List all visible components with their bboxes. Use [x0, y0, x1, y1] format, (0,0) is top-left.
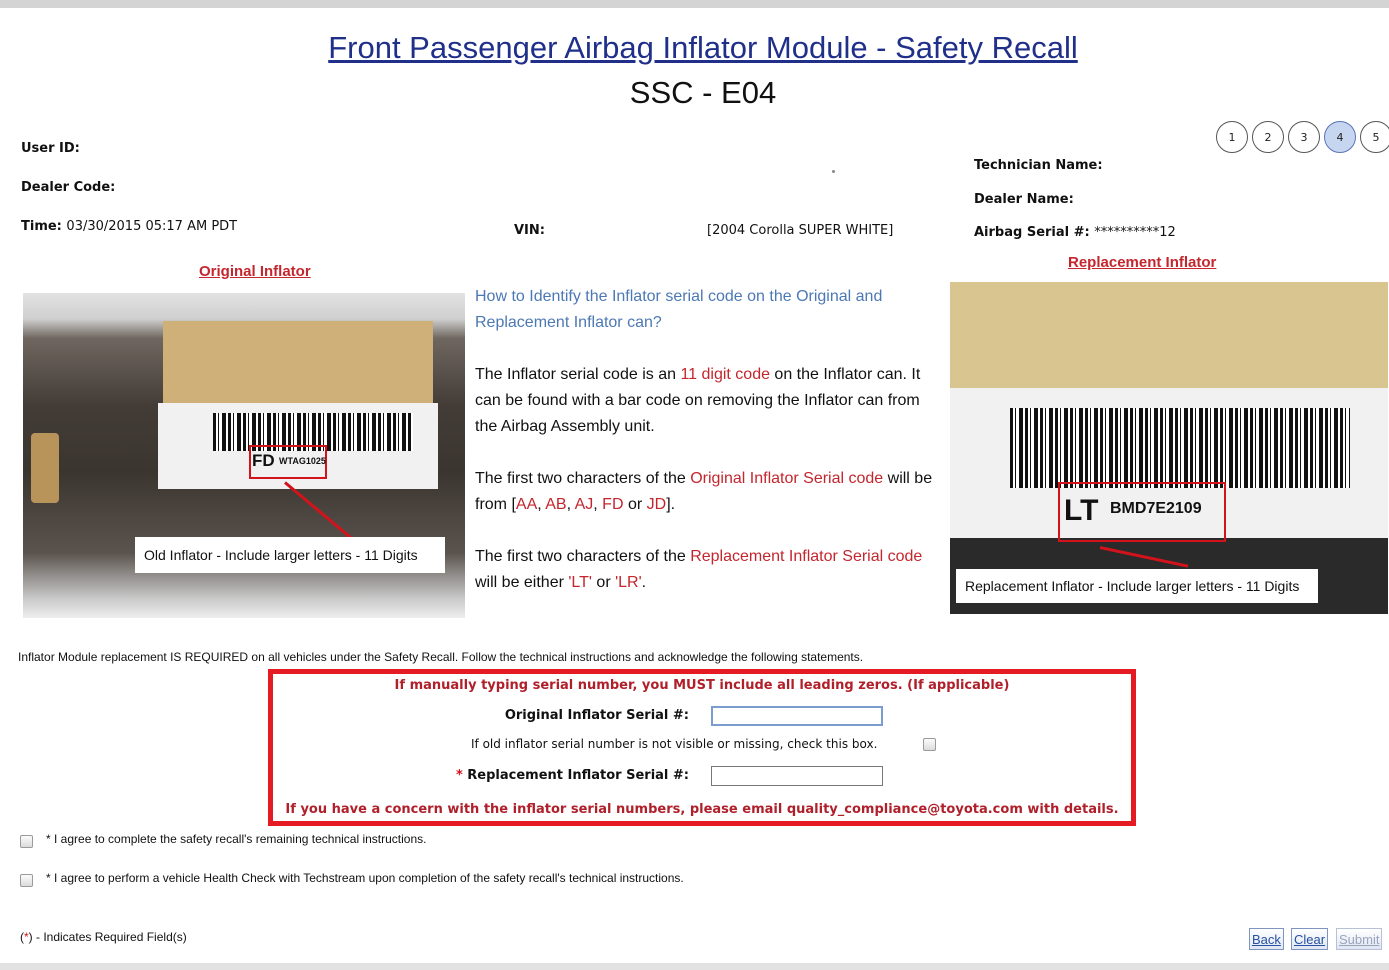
original-serial-label: Original Inflator Serial #: [504, 708, 689, 723]
original-inflator-photo: FD WTAG1025 Old Inflator - Include large… [23, 293, 465, 618]
replacement-serial-prefix: LT [1064, 494, 1099, 527]
agree-health-check-label: * I agree to perform a vehicle Health Ch… [46, 871, 684, 885]
replacement-inflator-caption: Replacement Inflator - Include larger le… [956, 569, 1318, 603]
code-fd: FD [602, 496, 624, 513]
dealer-code-label: Dealer Code: [21, 180, 116, 195]
step-4-current[interactable]: 4 [1324, 121, 1356, 153]
replacement-serial-rest: BMD7E2109 [1110, 500, 1202, 517]
original-inflator-caption: Old Inflator - Include larger letters - … [135, 537, 445, 573]
leading-zeros-warning: If manually typing serial number, you MU… [394, 678, 1010, 693]
code-aj: AJ [574, 496, 594, 513]
back-button[interactable]: Back [1249, 928, 1284, 950]
vehicle-description: [2004 Corolla SUPER WHITE] [707, 223, 894, 238]
top-border [0, 0, 1389, 8]
airbag-serial-field: Airbag Serial #: **********12 [974, 225, 1176, 240]
info-text: , [593, 496, 603, 513]
required-marker: * [455, 768, 463, 783]
code-lr: 'LR' [615, 574, 642, 591]
step-indicator: 1 2 3 4 5 [1216, 121, 1389, 153]
info-text: will be either [475, 574, 569, 591]
page-subtitle: SSC - E04 [629, 75, 777, 110]
time-field: Time: 03/30/2015 05:17 AM PDT [21, 219, 237, 234]
code-aa: AA [515, 496, 538, 513]
code-ab: AB [545, 496, 567, 513]
time-label: Time: [21, 219, 62, 234]
info-paragraph-1: The Inflator serial code is an 11 digit … [475, 362, 945, 440]
replacement-serial-input[interactable] [711, 766, 883, 786]
info-text: The first two characters of the [475, 548, 691, 565]
user-id-label: User ID: [21, 141, 80, 156]
replacement-serial-label-wrap: * Replacement Inflator Serial #: [443, 768, 689, 783]
serial-concern-note: If you have a concern with the inflator … [285, 802, 1119, 817]
code-lt: 'LT' [568, 574, 592, 591]
time-value: 03/30/2015 05:17 AM PDT [66, 219, 238, 234]
submit-button[interactable]: Submit [1336, 928, 1383, 950]
info-text: or [591, 574, 616, 591]
airbag-serial-label: Airbag Serial #: [974, 225, 1090, 240]
original-inflator-title: Original Inflator [199, 263, 311, 280]
step-3[interactable]: 3 [1288, 121, 1320, 153]
info-text: , [566, 496, 575, 513]
info-highlight: Replacement Inflator Serial code [690, 548, 923, 565]
original-serial-rest: WTAG1025 [279, 456, 326, 466]
connector-shape [31, 433, 59, 503]
step-1[interactable]: 1 [1216, 121, 1248, 153]
missing-serial-checkbox[interactable] [923, 738, 936, 751]
replacement-inflator-title: Replacement Inflator [1068, 254, 1217, 271]
agree-health-check-checkbox[interactable] [20, 874, 33, 887]
page-title: Front Passenger Airbag Inflator Module -… [328, 30, 1078, 65]
info-text: The first two characters of the [475, 470, 691, 487]
info-paragraph-2: The first two characters of the Original… [475, 466, 945, 518]
airbag-serial-value: **********12 [1094, 225, 1176, 240]
replacement-serial-label: Replacement Inflator Serial #: [462, 768, 689, 783]
step-2[interactable]: 2 [1252, 121, 1284, 153]
info-paragraph-3: The first two characters of the Replacem… [475, 544, 945, 596]
replacement-inflator-photo: LT BMD7E2109 Replacement Inflator - Incl… [950, 282, 1388, 614]
pointer-arrow [284, 481, 355, 542]
info-highlight: Original Inflator Serial code [690, 470, 884, 487]
info-text: The Inflator serial code is an [475, 366, 681, 383]
agree-instructions-checkbox[interactable] [20, 835, 33, 848]
serial-entry-panel: If manually typing serial number, you MU… [268, 669, 1136, 826]
legend-text: ) - Indicates Required Field(s) [28, 930, 187, 944]
info-highlight: 11 digit code [680, 366, 770, 383]
original-serial-input[interactable] [711, 706, 883, 726]
warning-label-shape [163, 321, 433, 416]
code-jd: JD [646, 496, 667, 513]
dealer-name-label: Dealer Name: [974, 192, 1074, 207]
info-text: ]. [666, 496, 676, 513]
step-5[interactable]: 5 [1360, 121, 1389, 153]
warning-label-shape [950, 282, 1388, 388]
vin-label: VIN: [514, 223, 545, 238]
bottom-border [0, 963, 1389, 970]
pointer-arrow [1099, 546, 1189, 568]
barcode-shape [1010, 408, 1350, 488]
info-question: How to Identify the Inflator serial code… [475, 288, 883, 331]
info-text: . [641, 574, 647, 591]
missing-serial-text: If old inflator serial number is not vis… [471, 737, 878, 751]
technician-name-label: Technician Name: [974, 158, 1103, 173]
original-serial-prefix: FD [252, 451, 275, 470]
replacement-notice: Inflator Module replacement IS REQUIRED … [18, 650, 864, 664]
agree-instructions-label: * I agree to complete the safety recall'… [46, 832, 427, 846]
info-text: or [623, 496, 647, 513]
clear-button[interactable]: Clear [1291, 928, 1329, 950]
divider-dot [832, 170, 835, 173]
required-legend: (*) - Indicates Required Field(s) [20, 930, 187, 944]
